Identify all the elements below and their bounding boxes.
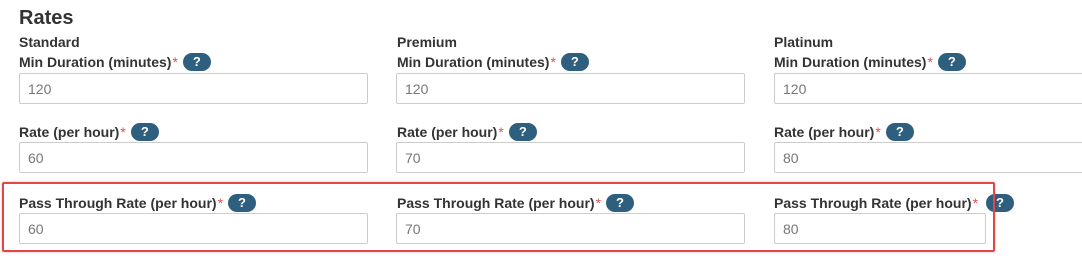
- rate-label-standard: Rate (per hour) *?: [19, 123, 159, 141]
- min-duration-input-standard[interactable]: [19, 73, 368, 104]
- help-icon[interactable]: ?: [606, 194, 635, 212]
- field-label-text: Rate (per hour): [774, 124, 875, 140]
- field-label-text: Rate (per hour): [19, 124, 120, 140]
- min-duration-input-platinum[interactable]: [774, 73, 1082, 104]
- rate-input-premium[interactable]: [396, 142, 745, 173]
- required-marker: *: [217, 195, 224, 211]
- required-marker: *: [120, 124, 126, 140]
- rate-label-premium: Rate (per hour) *?: [397, 123, 537, 141]
- required-marker: *: [498, 124, 504, 140]
- section-title: Rates: [19, 7, 74, 29]
- rate-label-platinum: Rate (per hour) *?: [774, 123, 914, 141]
- help-icon[interactable]: ?: [986, 194, 1015, 212]
- required-marker: *: [875, 124, 881, 140]
- column-heading-platinum: Platinum: [774, 34, 834, 50]
- help-icon[interactable]: ?: [937, 53, 966, 71]
- rate-input-standard[interactable]: [19, 142, 368, 173]
- field-label-text: Min Duration (minutes): [774, 54, 927, 70]
- rates-panel: Rates Standard Premium Platinum Min Dura…: [0, 0, 1082, 259]
- pass-through-label-premium: Pass Through Rate (per hour) *?: [397, 194, 635, 212]
- pass-through-input-standard[interactable]: [19, 213, 368, 244]
- field-label-text: Min Duration (minutes): [19, 54, 172, 70]
- field-label-text: Min Duration (minutes): [397, 54, 550, 70]
- required-marker: *: [595, 195, 602, 211]
- field-label-text: Rate (per hour): [397, 124, 498, 140]
- min-duration-input-premium[interactable]: [396, 73, 745, 104]
- help-icon[interactable]: ?: [885, 123, 914, 141]
- pass-through-label-standard: Pass Through Rate (per hour) *?: [19, 194, 257, 212]
- help-icon[interactable]: ?: [228, 194, 257, 212]
- field-label-text: Pass Through Rate (per hour): [397, 195, 595, 211]
- help-icon[interactable]: ?: [130, 123, 159, 141]
- pass-through-input-platinum[interactable]: [774, 213, 986, 244]
- pass-through-label-platinum: Pass Through Rate (per hour) *?: [774, 194, 1015, 212]
- pass-through-input-premium[interactable]: [396, 213, 745, 244]
- required-marker: *: [972, 195, 979, 211]
- column-heading-premium: Premium: [397, 34, 457, 50]
- field-label-text: Pass Through Rate (per hour): [774, 195, 972, 211]
- min-duration-label-premium: Min Duration (minutes) *?: [397, 53, 589, 71]
- required-marker: *: [927, 54, 933, 70]
- rate-input-platinum[interactable]: [774, 142, 1082, 173]
- min-duration-label-standard: Min Duration (minutes) *?: [19, 53, 211, 71]
- required-marker: *: [550, 54, 556, 70]
- min-duration-label-platinum: Min Duration (minutes) *?: [774, 53, 966, 71]
- help-icon[interactable]: ?: [508, 123, 537, 141]
- field-label-text: Pass Through Rate (per hour): [19, 195, 217, 211]
- required-marker: *: [172, 54, 178, 70]
- column-heading-standard: Standard: [19, 34, 80, 50]
- help-icon[interactable]: ?: [560, 53, 589, 71]
- help-icon[interactable]: ?: [182, 53, 211, 71]
